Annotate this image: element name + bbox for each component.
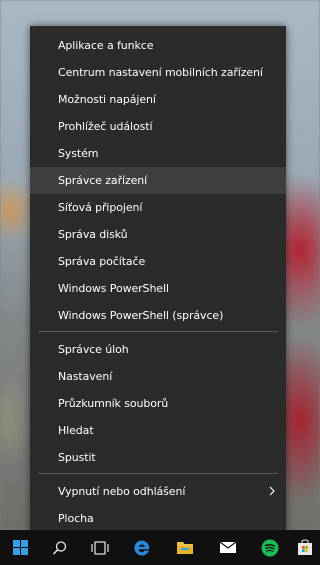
- store-button[interactable]: [290, 530, 320, 565]
- file-explorer-button[interactable]: [165, 530, 205, 565]
- store-icon: [298, 539, 312, 555]
- menu-item-label: Správa disků: [58, 228, 128, 241]
- menu-item-event-viewer[interactable]: Prohlížeč událostí: [30, 113, 286, 140]
- menu-item-disk-management[interactable]: Správa disků: [30, 221, 286, 248]
- menu-item-label: Síťová připojení: [58, 201, 143, 214]
- menu-item-label: Windows PowerShell: [58, 282, 169, 295]
- menu-item-system[interactable]: Systém: [30, 140, 286, 167]
- menu-item-mobility-center[interactable]: Centrum nastavení mobilních zařízení: [30, 59, 286, 86]
- spotify-icon: [261, 539, 279, 556]
- menu-item-powershell[interactable]: Windows PowerShell: [30, 275, 286, 302]
- menu-item-label: Hledat: [58, 424, 94, 437]
- menu-item-task-manager[interactable]: Správce úloh: [30, 336, 286, 363]
- winx-context-menu: Aplikace a funkce Centrum nastavení mobi…: [30, 26, 286, 535]
- mail-icon: [219, 541, 237, 553]
- chevron-right-icon: [269, 486, 275, 496]
- spotify-button[interactable]: [250, 530, 290, 565]
- search-icon: [52, 540, 67, 555]
- menu-item-power-options[interactable]: Možnosti napájení: [30, 86, 286, 113]
- menu-item-label: Prohlížeč událostí: [58, 120, 153, 133]
- menu-item-apps-features[interactable]: Aplikace a funkce: [30, 32, 286, 59]
- edge-button[interactable]: [122, 530, 162, 565]
- menu-item-label: Správce zařízení: [58, 174, 148, 187]
- start-button[interactable]: [0, 530, 40, 565]
- menu-item-powershell-admin[interactable]: Windows PowerShell (správce): [30, 302, 286, 329]
- menu-separator: [38, 331, 278, 332]
- menu-item-search[interactable]: Hledat: [30, 417, 286, 444]
- menu-item-label: Plocha: [58, 512, 94, 525]
- menu-item-run[interactable]: Spustit: [30, 444, 286, 471]
- mail-button[interactable]: [208, 530, 248, 565]
- menu-item-label: Možnosti napájení: [58, 93, 156, 106]
- menu-item-file-explorer[interactable]: Průzkumník souborů: [30, 390, 286, 417]
- task-view-button[interactable]: [80, 530, 120, 565]
- menu-item-label: Aplikace a funkce: [58, 39, 154, 52]
- menu-item-label: Windows PowerShell (správce): [58, 309, 224, 322]
- menu-item-settings[interactable]: Nastavení: [30, 363, 286, 390]
- menu-item-label: Správce úloh: [58, 343, 129, 356]
- menu-separator: [38, 473, 278, 474]
- menu-item-label: Nastavení: [58, 370, 113, 383]
- menu-item-desktop[interactable]: Plocha: [30, 505, 286, 532]
- menu-item-label: Vypnutí nebo odhlášení: [58, 485, 186, 498]
- menu-item-shutdown-signout[interactable]: Vypnutí nebo odhlášení: [30, 478, 286, 505]
- menu-item-label: Systém: [58, 147, 99, 160]
- search-button[interactable]: [40, 530, 80, 565]
- file-explorer-icon: [177, 542, 193, 554]
- task-view-icon: [91, 540, 109, 555]
- menu-item-label: Průzkumník souborů: [58, 397, 169, 410]
- menu-item-computer-management[interactable]: Správa počítače: [30, 248, 286, 275]
- menu-item-label: Správa počítače: [58, 255, 146, 268]
- edge-icon: [134, 539, 150, 555]
- menu-item-label: Spustit: [58, 451, 96, 464]
- windows-start-icon: [12, 540, 28, 555]
- menu-item-network-connections[interactable]: Síťová připojení: [30, 194, 286, 221]
- taskbar: [0, 530, 320, 565]
- menu-item-label: Centrum nastavení mobilních zařízení: [58, 66, 263, 79]
- menu-item-device-manager[interactable]: Správce zařízení: [30, 167, 286, 194]
